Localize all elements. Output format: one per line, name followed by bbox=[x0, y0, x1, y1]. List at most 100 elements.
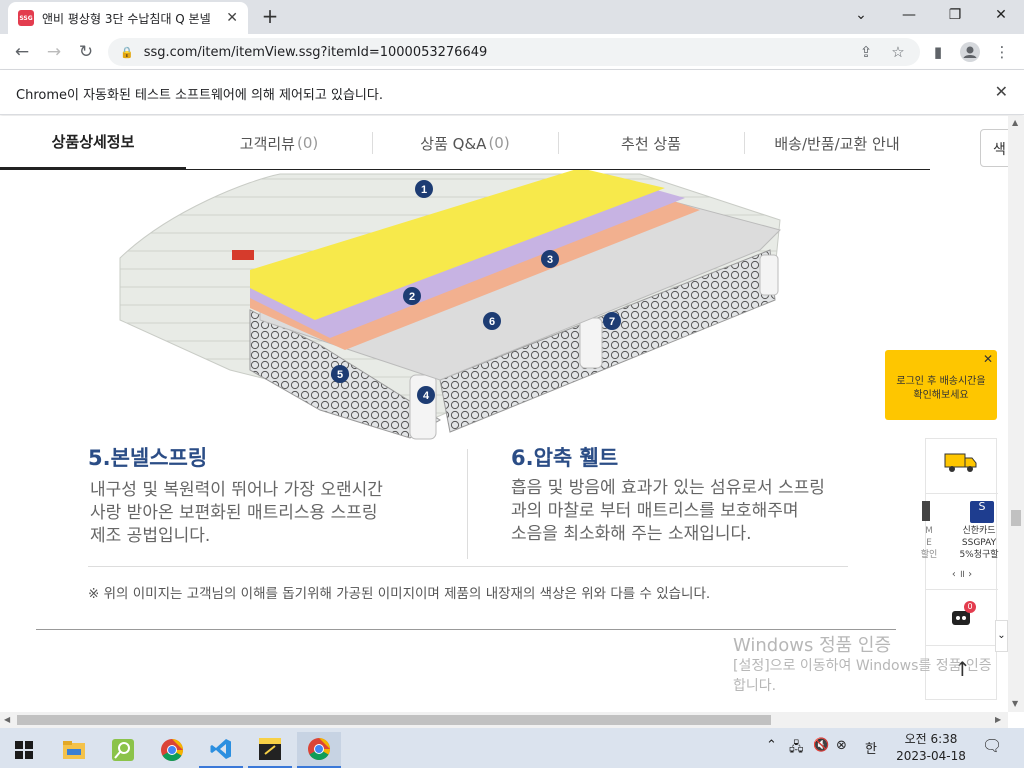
card-promo-shinhan[interactable]: 신한카드 SSGPAY 5%청구할 bbox=[954, 525, 1004, 561]
feature-divider bbox=[467, 449, 468, 559]
section-divider bbox=[88, 566, 848, 567]
menu-kebab-icon[interactable]: ⋮ bbox=[990, 38, 1014, 66]
card-line: M bbox=[925, 526, 933, 536]
profile-avatar-icon[interactable] bbox=[958, 38, 982, 66]
system-clock[interactable]: 오전 6:38 2023-04-18 bbox=[894, 731, 968, 765]
section-divider bbox=[36, 629, 896, 630]
marker-2: 2 bbox=[409, 291, 415, 303]
side-panel-icon[interactable]: ▮ bbox=[926, 38, 950, 66]
forward-arrow-icon[interactable]: → bbox=[42, 40, 66, 64]
tab-label: 고객리뷰 bbox=[239, 134, 295, 153]
tab-label: 상품상세정보 bbox=[51, 133, 135, 151]
desc-line: 흡음 및 방음에 효과가 있는 섬유로서 스프링 bbox=[511, 478, 825, 498]
card-line: 할인 bbox=[920, 550, 938, 560]
tab-shipping-info[interactable]: 배송/반품/교환 안내 bbox=[744, 116, 930, 170]
widget-divider bbox=[926, 589, 998, 590]
windows-start-icon[interactable] bbox=[2, 732, 46, 768]
card-edge bbox=[922, 501, 930, 521]
sticky-notes-icon[interactable] bbox=[248, 732, 292, 768]
close-window-button[interactable]: ✕ bbox=[978, 0, 1024, 30]
clock-time: 오전 6:38 bbox=[904, 732, 958, 746]
share-icon[interactable]: ⇪ bbox=[854, 38, 878, 66]
tray-overflow-chevron-icon[interactable]: ⌃ bbox=[766, 738, 777, 753]
scroll-left-arrow-icon[interactable]: ◀ bbox=[4, 715, 10, 724]
vertical-scrollbar[interactable]: ▲ ▼ bbox=[1008, 116, 1024, 712]
reload-icon[interactable]: ↻ bbox=[74, 40, 98, 64]
feature-desc-bonnell-spring: 내구성 및 복원력이 뛰어나 가장 오랜시간 사랑 받아온 보편화된 매트리스용… bbox=[90, 479, 383, 548]
widget-divider bbox=[926, 645, 998, 646]
tab-count: (0) bbox=[296, 134, 319, 152]
side-expand-chevron-icon[interactable]: ⌄ bbox=[995, 620, 1008, 652]
vertical-scroll-thumb[interactable] bbox=[1011, 510, 1021, 526]
tab-label: 배송/반품/교환 안내 bbox=[774, 134, 900, 153]
horizontal-scroll-thumb[interactable] bbox=[17, 715, 771, 725]
volume-muted-icon[interactable]: 🔇 bbox=[813, 738, 829, 753]
card-line: 신한카드 bbox=[962, 526, 996, 536]
restore-button[interactable]: ❐ bbox=[932, 0, 978, 30]
tab-close-icon[interactable]: ✕ bbox=[226, 10, 238, 26]
browser-tab[interactable]: SSG 앤비 평상형 3단 수납침대 Q 본넬 ✕ bbox=[8, 2, 248, 34]
marker-5: 5 bbox=[337, 369, 343, 381]
windows-activation-title: Windows 정품 인증 bbox=[733, 635, 892, 656]
desc-line: 소음을 최소화해 주는 소재입니다. bbox=[511, 524, 752, 544]
network-icon[interactable]: 🖧 bbox=[789, 738, 804, 760]
card-promo-left[interactable]: M E 할인 bbox=[920, 525, 938, 561]
tab-count: (0) bbox=[488, 134, 510, 152]
notification-blocked-icon[interactable]: ⊗ bbox=[836, 738, 847, 753]
windows-activation-body: [설정]으로 이동하여 Windows를 정품 인증합니다. bbox=[733, 658, 992, 694]
feature-title-bonnell-spring: 5.본넬스프링 bbox=[88, 446, 208, 470]
tab-reviews[interactable]: 고객리뷰 (0) bbox=[186, 116, 372, 170]
card-line: 5%청구할 bbox=[959, 550, 999, 560]
marker-6: 6 bbox=[489, 316, 495, 328]
product-tabs: 상품상세정보 고객리뷰 (0) 상품 Q&A (0) 추천 상품 배송/반품/교… bbox=[0, 116, 930, 170]
widget-divider bbox=[926, 493, 998, 494]
ime-language-indicator[interactable]: 한 bbox=[865, 738, 877, 757]
infobar-close-icon[interactable]: ✕ bbox=[995, 82, 1008, 101]
scroll-up-arrow-icon[interactable]: ▲ bbox=[1012, 118, 1018, 127]
feature-desc-felt: 흡음 및 방음에 효과가 있는 섬유로서 스프링 과의 마찰로 부터 매트리스를… bbox=[511, 477, 825, 546]
scroll-right-arrow-icon[interactable]: ▶ bbox=[995, 715, 1001, 724]
cart-icon[interactable]: 0 bbox=[950, 601, 976, 631]
shinhan-card-icon: S bbox=[970, 501, 994, 523]
infobar-text: Chrome이 자동화된 테스트 소프트웨어에 의해 제어되고 있습니다. bbox=[16, 88, 383, 103]
delivery-time-tooltip: ✕ 로그인 후 배송시간을 확인해보세요 bbox=[885, 350, 997, 420]
tab-recommended[interactable]: 추천 상품 bbox=[558, 116, 744, 170]
vscode-icon[interactable] bbox=[199, 732, 243, 768]
tooltip-close-icon[interactable]: ✕ bbox=[983, 352, 993, 366]
file-explorer-icon[interactable] bbox=[52, 732, 96, 768]
chrome-icon[interactable] bbox=[150, 732, 194, 768]
windows-taskbar: ⌃ 🖧 🔇 ⊗ 한 오전 6:38 2023-04-18 🗨 bbox=[0, 728, 1024, 768]
marker-4: 4 bbox=[423, 390, 430, 402]
new-tab-button[interactable]: + bbox=[258, 5, 282, 29]
minimize-button[interactable]: — bbox=[886, 0, 932, 30]
tab-strip: SSG 앤비 평상형 3단 수납침대 Q 본넬 ✕ + ⌄ — ❐ ✕ bbox=[0, 0, 1024, 34]
tooltip-line: 확인해보세요 bbox=[913, 390, 969, 401]
tab-qna[interactable]: 상품 Q&A (0) bbox=[372, 116, 558, 170]
cart-badge: 0 bbox=[964, 601, 976, 613]
desc-line: 과의 마찰로 부터 매트리스를 보호해주며 bbox=[511, 501, 799, 521]
marker-7: 7 bbox=[609, 316, 615, 328]
tab-search-chevron-icon[interactable]: ⌄ bbox=[838, 0, 884, 30]
clock-date: 2023-04-18 bbox=[896, 749, 966, 763]
action-center-icon[interactable]: 🗨 bbox=[982, 736, 1002, 755]
delivery-truck-icon[interactable] bbox=[944, 451, 978, 477]
address-bar[interactable]: 🔒 ssg.com/item/itemView.ssg?itemId=10000… bbox=[108, 38, 920, 66]
back-arrow-icon[interactable]: ← bbox=[10, 40, 34, 64]
marker-1: 1 bbox=[421, 184, 427, 196]
page-content: 상품상세정보 고객리뷰 (0) 상품 Q&A (0) 추천 상품 배송/반품/교… bbox=[0, 116, 1008, 712]
search-app-icon[interactable] bbox=[101, 732, 145, 768]
card-line: E bbox=[926, 538, 932, 548]
mattress-cutaway-illustration: 1 2 3 4 5 6 7 bbox=[119, 170, 781, 440]
chrome-active-icon[interactable] bbox=[297, 732, 341, 768]
side-search-box[interactable]: 색 bbox=[980, 129, 1008, 167]
desc-line: 사랑 받아온 보편화된 매트리스용 스프링 bbox=[90, 503, 378, 523]
bookmark-star-icon[interactable]: ☆ bbox=[886, 38, 910, 66]
tab-label: 상품 Q&A bbox=[420, 134, 487, 153]
tooltip-line: 로그인 후 배송시간을 bbox=[896, 376, 986, 387]
horizontal-scrollbar[interactable]: ◀ ▶ bbox=[0, 712, 1008, 728]
card-line: SSGPAY bbox=[961, 538, 997, 548]
lock-icon: 🔒 bbox=[120, 45, 134, 59]
card-carousel-controls[interactable]: ‹ ॥ › bbox=[942, 569, 982, 581]
scroll-down-arrow-icon[interactable]: ▼ bbox=[1012, 699, 1018, 708]
tab-product-detail[interactable]: 상품상세정보 bbox=[0, 116, 186, 170]
